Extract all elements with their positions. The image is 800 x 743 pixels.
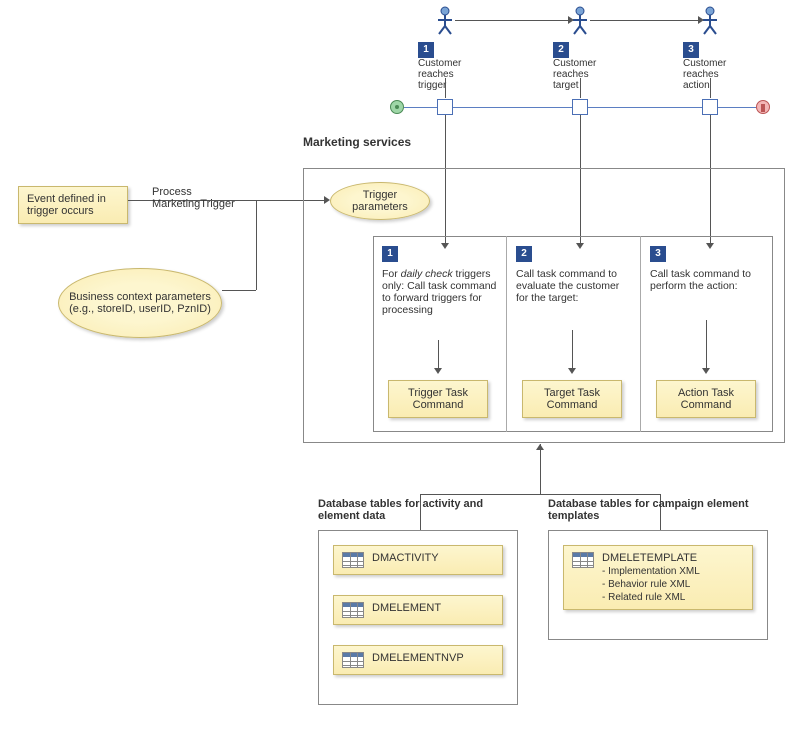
target-node — [572, 99, 588, 115]
db-dmactivity: DMACTIVITY — [333, 545, 503, 575]
event-box: Event defined in trigger occurs — [18, 186, 128, 224]
panel-2-text: Call task command to evaluate the custom… — [516, 268, 632, 304]
step-3-label: 3Customer reaches action — [683, 42, 743, 91]
db-dmelementnvp: DMELEMENTNVP — [333, 645, 503, 675]
table-icon — [342, 602, 364, 618]
panel-3-badge: 3 — [650, 246, 666, 262]
step-1-label: 1Customer reaches trigger — [418, 42, 478, 91]
trigger-params-ellipse: Trigger parameters — [330, 182, 430, 220]
step-2-label: 2Customer reaches target — [553, 42, 613, 91]
end-dot — [756, 100, 770, 114]
start-dot — [390, 100, 404, 114]
action-node — [702, 99, 718, 115]
panel-2-badge: 2 — [516, 246, 532, 262]
target-cmd-box: Target Task Command — [522, 380, 622, 418]
table-icon — [342, 552, 364, 568]
db-right-title: Database tables for campaign element tem… — [548, 498, 758, 522]
panel-1-text: For daily check triggers only: Call task… — [382, 268, 498, 316]
person-icon — [435, 6, 455, 36]
action-cmd-box: Action Task Command — [656, 380, 756, 418]
db-left-title: Database tables for activity and element… — [318, 498, 508, 522]
db-dmeletemplate: DMELETEMPLATE - Implementation XML - Beh… — [563, 545, 753, 610]
table-icon — [342, 652, 364, 668]
db-dmelement: DMELEMENT — [333, 595, 503, 625]
panel-1-badge: 1 — [382, 246, 398, 262]
trigger-node — [437, 99, 453, 115]
marketing-title: Marketing services — [303, 135, 411, 149]
trigger-cmd-box: Trigger Task Command — [388, 380, 488, 418]
biz-context-ellipse: Business context parameters (e.g., store… — [58, 268, 222, 338]
table-icon — [572, 552, 594, 568]
panel-3-text: Call task command to perform the action: — [650, 268, 766, 292]
process-label: Process MarketingTrigger — [152, 186, 252, 210]
